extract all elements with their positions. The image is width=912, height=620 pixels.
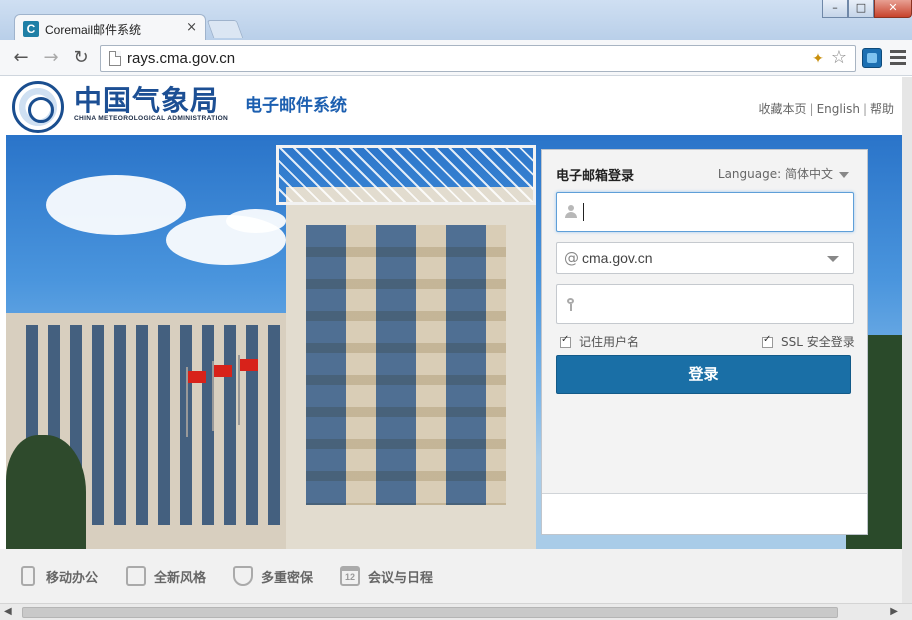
toolbar-extension-icon[interactable] — [862, 48, 882, 68]
chevron-down-icon[interactable] — [827, 256, 839, 262]
window-minimize-button[interactable]: – — [822, 0, 848, 18]
flag — [188, 371, 206, 383]
extension-icon[interactable]: ✦ — [809, 50, 827, 68]
calendar-icon: 12 — [340, 566, 360, 586]
coremail-favicon-icon: C — [23, 21, 39, 37]
domain-select[interactable]: @ cma.gov.cn — [556, 242, 854, 274]
window-close-button[interactable]: ✕ — [874, 0, 912, 18]
scrollbar-thumb[interactable] — [22, 607, 838, 618]
scroll-right-arrow-icon[interactable]: ▶ — [890, 606, 898, 617]
at-icon: @ — [564, 249, 579, 267]
ssl-login-label[interactable]: SSL 安全登录 — [781, 333, 855, 350]
feature-multi-security[interactable]: 多重密保 — [233, 566, 333, 588]
vertical-scrollbar[interactable] — [902, 77, 912, 603]
page-icon — [109, 51, 121, 66]
feature-mobile-office[interactable]: 移动办公 — [18, 566, 118, 588]
building-roof-frame — [276, 145, 536, 205]
password-field[interactable] — [556, 284, 854, 324]
flag — [214, 365, 232, 377]
language-selector[interactable]: Language: 简体中文 — [718, 165, 849, 182]
org-name-en: CHINA METEOROLOGICAL ADMINISTRATION — [74, 115, 229, 122]
window-maximize-button[interactable]: □ — [848, 0, 874, 18]
flag — [240, 359, 258, 371]
mobile-phone-icon — [21, 566, 35, 586]
style-icon — [126, 566, 146, 586]
system-name: 电子邮件系统 — [245, 96, 347, 116]
scroll-left-arrow-icon[interactable]: ◀ — [4, 606, 12, 617]
site-header: 中国气象局 CHINA METEOROLOGICAL ADMINISTRATIO… — [0, 77, 912, 135]
shield-icon — [233, 566, 253, 586]
feature-label: 全新风格 — [154, 571, 207, 586]
top-links: 收藏本页 | English | 帮助 — [759, 100, 894, 117]
text-cursor — [583, 203, 584, 221]
horizontal-scrollbar[interactable]: ◀ ▶ — [0, 603, 912, 620]
page: 中国气象局 CHINA METEOROLOGICAL ADMINISTRATIO… — [0, 77, 912, 620]
new-tab-button[interactable] — [206, 20, 244, 38]
remember-username-label[interactable]: 记住用户名 — [579, 333, 639, 350]
feature-label: 多重密保 — [261, 571, 314, 586]
tab-title: Coremail邮件系统 — [45, 23, 142, 37]
feature-new-style[interactable]: 全新风格 — [126, 566, 226, 588]
back-button[interactable]: ← — [10, 48, 32, 68]
login-title: 电子邮箱登录 — [556, 169, 635, 184]
cma-emblem-icon — [12, 81, 64, 133]
address-bar[interactable]: rays.cma.gov.cn ✦ ☆ — [100, 45, 856, 72]
login-panel: 电子邮箱登录 Language: 简体中文 @ cma.gov.cn 记住用户名… — [541, 149, 868, 535]
forward-button[interactable]: → — [40, 48, 62, 68]
building-main-windows — [306, 225, 506, 505]
feature-label: 移动办公 — [46, 571, 99, 586]
remember-username-checkbox[interactable] — [560, 334, 571, 348]
user-icon — [565, 205, 577, 219]
ssl-login-checkbox[interactable] — [762, 334, 773, 348]
cloud — [46, 175, 186, 235]
cloud — [226, 209, 286, 233]
feature-label: 会议与日程 — [368, 571, 434, 586]
browser-titlebar: C Coremail邮件系统 × – □ ✕ — [0, 0, 912, 42]
trees-left — [6, 435, 86, 549]
org-name-cn: 中国气象局 — [74, 84, 220, 117]
feature-meetings-calendar[interactable]: 12 会议与日程 — [340, 566, 460, 588]
bookmark-star-icon[interactable]: ☆ — [829, 48, 849, 68]
browser-menu-icon[interactable] — [890, 50, 906, 66]
english-link[interactable]: English — [817, 102, 860, 116]
language-label: Language: — [717, 167, 782, 181]
login-panel-footer — [542, 493, 867, 534]
link-separator: | — [862, 102, 867, 116]
browser-tab[interactable]: C Coremail邮件系统 × — [14, 14, 206, 42]
key-icon — [567, 298, 574, 311]
domain-value[interactable]: cma.gov.cn — [582, 250, 653, 266]
login-button[interactable]: 登录 — [556, 355, 851, 394]
browser-toolbar: ← → ↻ rays.cma.gov.cn ✦ ☆ — [0, 40, 912, 76]
language-value[interactable]: 简体中文 — [785, 167, 833, 181]
chevron-down-icon[interactable] — [839, 171, 849, 178]
link-separator: | — [809, 102, 814, 116]
bookmark-link[interactable]: 收藏本页 — [759, 102, 807, 116]
address-url[interactable]: rays.cma.gov.cn — [127, 50, 235, 67]
tab-close-icon[interactable]: × — [186, 20, 197, 35]
username-field[interactable] — [556, 192, 854, 232]
help-link[interactable]: 帮助 — [870, 102, 894, 116]
reload-button[interactable]: ↻ — [70, 48, 92, 68]
features-bar: 移动办公 全新风格 多重密保 12 会议与日程 — [0, 549, 912, 603]
